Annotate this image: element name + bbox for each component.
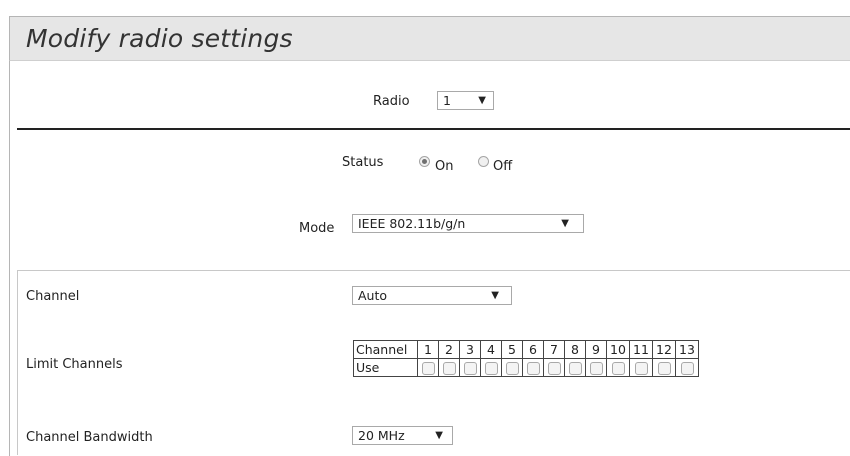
channel-use-cell	[606, 358, 630, 377]
chevron-down-icon: ▼	[561, 218, 569, 229]
channel-number: 12	[652, 340, 676, 359]
channel-use-checkbox[interactable]	[442, 362, 456, 376]
channel-number: 4	[480, 340, 502, 359]
channel-number: 8	[564, 340, 586, 359]
mode-select-value: IEEE 802.11b/g/n	[358, 216, 466, 231]
title-bar: Modify radio settings	[9, 16, 850, 61]
channel-number: 1	[417, 340, 439, 359]
channel-use-cell	[459, 358, 481, 377]
channel-use-cell	[543, 358, 565, 377]
channel-use-checkbox[interactable]	[680, 362, 694, 376]
channel-header-row: Channel 1 2 3 4 5 6 7 8 9 10 11 12 13	[353, 340, 699, 359]
radio-select[interactable]: 1 ▼	[437, 91, 494, 110]
bandwidth-select[interactable]: 20 MHz ▼	[352, 426, 453, 445]
channel-number: 11	[629, 340, 653, 359]
channel-label: Channel	[26, 289, 80, 304]
channel-use-cell	[522, 358, 544, 377]
channel-use-checkbox[interactable]	[484, 362, 498, 376]
channel-number: 7	[543, 340, 565, 359]
channel-use-cell	[480, 358, 502, 377]
page-title: Modify radio settings	[26, 24, 293, 53]
channel-use-checkbox[interactable]	[657, 362, 671, 376]
channel-use-checkbox[interactable]	[463, 362, 477, 376]
channel-use-checkbox[interactable]	[568, 362, 582, 376]
channel-use-checkbox[interactable]	[634, 362, 648, 376]
channel-use-cell	[585, 358, 607, 377]
channel-use-cell	[675, 358, 699, 377]
radio-select-value: 1	[443, 93, 451, 108]
channel-use-cell	[629, 358, 653, 377]
section-divider	[17, 128, 850, 130]
mode-select[interactable]: IEEE 802.11b/g/n ▼	[352, 214, 584, 233]
channel-use-checkbox[interactable]	[421, 362, 435, 376]
chevron-down-icon: ▼	[435, 430, 443, 441]
status-label: Status	[342, 155, 384, 170]
bandwidth-select-value: 20 MHz	[358, 428, 405, 443]
status-off-label: Off	[493, 159, 513, 174]
channel-use-cell	[417, 358, 439, 377]
limit-channels-table: Channel 1 2 3 4 5 6 7 8 9 10 11 12 13 Us…	[353, 340, 699, 377]
channel-use-cell	[438, 358, 460, 377]
limit-channels-label: Limit Channels	[26, 357, 123, 372]
channel-number: 13	[675, 340, 699, 359]
channel-select-value: Auto	[358, 288, 388, 303]
channel-use-row: Use	[353, 358, 699, 377]
channel-number: 3	[459, 340, 481, 359]
status-on-label: On	[435, 159, 454, 174]
channel-use-checkbox[interactable]	[526, 362, 540, 376]
channel-number: 10	[606, 340, 630, 359]
channel-select[interactable]: Auto ▼	[352, 286, 512, 305]
channel-number: 5	[501, 340, 523, 359]
channel-header-label: Channel	[353, 340, 418, 359]
use-label: Use	[353, 358, 418, 377]
status-off-radio[interactable]	[478, 156, 489, 167]
channel-number: 6	[522, 340, 544, 359]
channel-number: 2	[438, 340, 460, 359]
bandwidth-label: Channel Bandwidth	[26, 430, 153, 445]
channel-use-checkbox[interactable]	[547, 362, 561, 376]
channel-use-checkbox[interactable]	[611, 362, 625, 376]
channel-use-cell	[564, 358, 586, 377]
chevron-down-icon: ▼	[478, 95, 486, 106]
status-on-radio[interactable]	[419, 156, 430, 167]
channel-use-cell	[501, 358, 523, 377]
channel-use-checkbox[interactable]	[589, 362, 603, 376]
channel-use-cell	[652, 358, 676, 377]
chevron-down-icon: ▼	[491, 290, 499, 301]
radio-label: Radio	[373, 94, 410, 109]
mode-label: Mode	[299, 221, 335, 236]
channel-number: 9	[585, 340, 607, 359]
channel-use-checkbox[interactable]	[505, 362, 519, 376]
